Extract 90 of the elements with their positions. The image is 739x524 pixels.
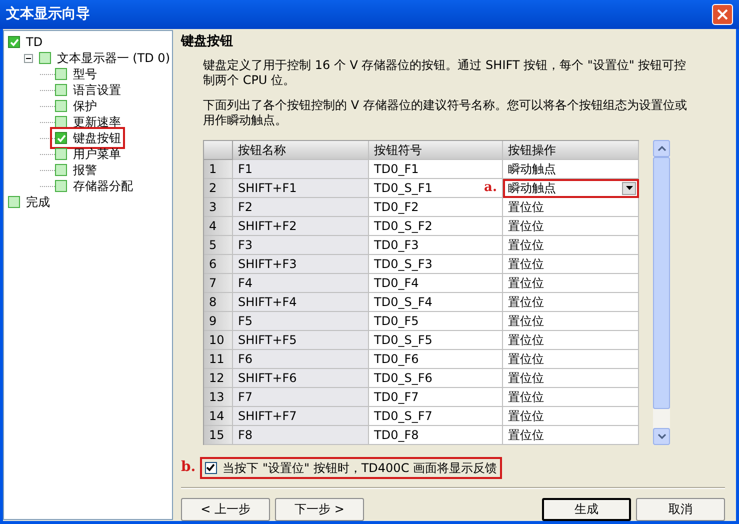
table-cell: 置位位: [503, 426, 639, 444]
feedback-checkbox[interactable]: 当按下 "设置位" 按钮时，TD400C 画面将显示反馈: [200, 456, 502, 478]
tree-item[interactable]: 键盘按钮: [73, 129, 121, 147]
table-cell: 置位位: [503, 254, 639, 274]
description-text: 键盘定义了用于控制 16 个 V 存储器位的按钮。通过 SHIFT 按钮，每个 "设置位" 按钮可控制两个 CPU 位。: [203, 58, 688, 88]
table-cell-text: TD0_F4: [374, 274, 419, 292]
tree-item[interactable]: TD: [26, 33, 43, 51]
table-cell: SHIFT+F7: [233, 406, 369, 426]
row-number: 12: [204, 368, 233, 388]
table-cell-text: TD0_F1: [374, 160, 419, 178]
table-cell-text: TD0_F5: [374, 312, 419, 330]
table-cell: F4: [233, 274, 369, 292]
table-cell: 置位位: [503, 236, 639, 254]
tree-item[interactable]: 存储器分配: [73, 177, 133, 195]
close-button[interactable]: [712, 4, 733, 25]
collapse-icon[interactable]: [24, 54, 33, 62]
table-cell: F7: [233, 388, 369, 406]
table-cell: 置位位: [503, 350, 639, 368]
row-number: 9: [204, 312, 233, 330]
table-cell: 置位位: [503, 198, 639, 216]
table-cell-text: TD0_S_F6: [374, 370, 432, 386]
row-number: 14: [204, 406, 233, 426]
column-header: 按钮操作: [503, 140, 639, 160]
tree-item[interactable]: 文本显示器一 (TD 0): [56, 49, 170, 67]
table-cell: 置位位: [503, 388, 639, 406]
page-heading: 键盘按钮: [181, 33, 234, 51]
table-cell: SHIFT+F1: [233, 178, 369, 198]
table-cell: 置位位: [503, 292, 639, 312]
table-cell-text: TD0_F2: [374, 198, 419, 216]
row-number: 8: [204, 292, 233, 312]
table-cell: 置位位: [503, 368, 639, 388]
tree-item[interactable]: 语言设置: [73, 81, 121, 99]
column-header: 按钮符号: [369, 140, 503, 160]
table-cell-text: TD0_S_F2: [374, 218, 432, 234]
row-number: 2: [204, 178, 233, 198]
table-cell-text: TD0_F3: [374, 236, 419, 254]
annotation-label: b.: [181, 458, 196, 477]
wizard-button[interactable]: < 上一步: [181, 498, 270, 520]
description-text: 下面列出了各个按钮控制的 V 存储器位的建议符号名称。您可以将各个按钮组态为设置位或用作瞬动触点。: [203, 98, 688, 128]
table-cell: SHIFT+F4: [233, 292, 369, 312]
table-cell: F3: [233, 236, 369, 254]
wizard-button[interactable]: 生成: [542, 498, 631, 520]
row-number: 15: [204, 426, 233, 444]
row-number: 6: [204, 254, 233, 274]
operation-dropdown[interactable]: 瞬动触点: [503, 178, 639, 198]
wizard-button[interactable]: 下一步 >: [275, 498, 364, 520]
table-cell-text: TD0_S_F1: [374, 180, 432, 196]
table-cell: 置位位: [503, 216, 639, 236]
table-cell: 置位位: [503, 330, 639, 350]
table-cell-text: TD0_F7: [374, 388, 419, 406]
tree-item[interactable]: 型号: [73, 65, 97, 83]
tree-item[interactable]: 报警: [73, 161, 97, 179]
table-cell: F6: [233, 350, 369, 368]
row-number: 7: [204, 274, 233, 292]
row-number: 5: [204, 236, 233, 254]
table-cell: 置位位: [503, 274, 639, 292]
scroll-thumb[interactable]: [653, 156, 670, 408]
table-cell-text: TD0_S_F5: [374, 332, 432, 348]
tree-item[interactable]: 完成: [26, 193, 50, 211]
row-number: 13: [204, 388, 233, 406]
table-cell: SHIFT+F3: [233, 254, 369, 274]
row-number: 10: [204, 330, 233, 350]
scroll-down-icon[interactable]: [653, 428, 670, 444]
annotation-label: a.: [484, 178, 497, 197]
vertical-scrollbar[interactable]: [653, 140, 670, 444]
scroll-up-icon[interactable]: [653, 140, 670, 156]
table-cell: 置位位: [503, 406, 639, 426]
row-number: 1: [204, 160, 233, 178]
check-mark-icon: [206, 463, 216, 472]
tree-item[interactable]: 保护: [73, 97, 97, 115]
wizard-button[interactable]: 取消: [636, 498, 725, 520]
row-number: 11: [204, 350, 233, 368]
row-number: 4: [204, 216, 233, 236]
table-cell: SHIFT+F2: [233, 216, 369, 236]
window-title: 文本显示向导: [6, 5, 90, 24]
row-number: 3: [204, 198, 233, 216]
table-cell: SHIFT+F5: [233, 330, 369, 350]
tree-item[interactable]: 用户菜单: [73, 145, 121, 163]
table-cell-text: TD0_S_F4: [374, 294, 432, 310]
table-cell: 置位位: [503, 312, 639, 330]
table-cell-text: TD0_S_F7: [374, 408, 432, 424]
table-cell: SHIFT+F6: [233, 368, 369, 388]
table-cell-text: TD0_F6: [374, 350, 419, 368]
table-cell: F5: [233, 312, 369, 330]
table-cell-text: TD0_F8: [374, 426, 419, 444]
table-cell: F2: [233, 198, 369, 216]
table-cell: F8: [233, 426, 369, 444]
table-cell-text: TD0_S_F3: [374, 256, 432, 272]
close-icon: [717, 9, 728, 20]
table-cell: F1: [233, 160, 369, 178]
